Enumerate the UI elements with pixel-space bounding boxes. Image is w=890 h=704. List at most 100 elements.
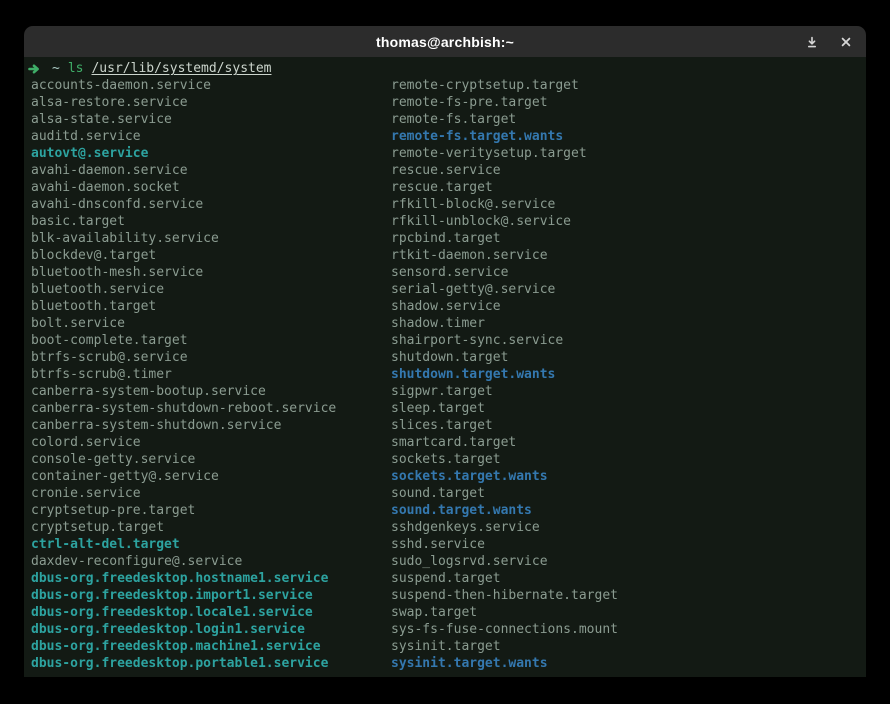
file-entry-dir: remote-fs.target.wants — [391, 128, 563, 145]
listing-row: console-getty.servicesockets.target — [24, 451, 866, 468]
download-button[interactable] — [799, 29, 824, 54]
file-entry-dir: sound.target.wants — [391, 502, 532, 519]
file-entry-symlink: dbus-org.freedesktop.machine1.service — [31, 638, 391, 655]
file-entry-symlink: ctrl-alt-del.target — [31, 536, 391, 553]
file-entry-file: sensord.service — [391, 264, 508, 281]
file-entry-symlink: dbus-org.freedesktop.hostname1.service — [31, 570, 391, 587]
file-entry-file: auditd.service — [31, 128, 391, 145]
file-entry-file: canberra-system-bootup.service — [31, 383, 391, 400]
titlebar-buttons — [799, 26, 858, 57]
file-entry-file: sleep.target — [391, 400, 485, 417]
file-entry-file: sudo_logsrvd.service — [391, 553, 548, 570]
listing-row: bluetooth-mesh.servicesensord.service — [24, 264, 866, 281]
file-entry-symlink: autovt@.service — [31, 145, 391, 162]
file-entry-file: rpcbind.target — [391, 230, 501, 247]
listing-row: canberra-system-shutdown-reboot.services… — [24, 400, 866, 417]
file-entry-file: smartcard.target — [391, 434, 516, 451]
file-entry-file: remote-fs.target — [391, 111, 516, 128]
file-entry-file: sshd.service — [391, 536, 485, 553]
listing-row: dbus-org.freedesktop.import1.servicesusp… — [24, 587, 866, 604]
file-entry-file: sigpwr.target — [391, 383, 493, 400]
listing-row: autovt@.serviceremote-veritysetup.target — [24, 145, 866, 162]
file-entry-file: remote-fs-pre.target — [391, 94, 548, 111]
file-entry-symlink: dbus-org.freedesktop.import1.service — [31, 587, 391, 604]
prompt-argument: /usr/lib/systemd/system — [91, 60, 271, 77]
file-entry-file: rescue.service — [391, 162, 501, 179]
file-entry-file: shairport-sync.service — [391, 332, 563, 349]
file-entry-file: colord.service — [31, 434, 391, 451]
listing-row: bluetooth.targetshadow.service — [24, 298, 866, 315]
file-entry-file: console-getty.service — [31, 451, 391, 468]
file-entry-symlink: dbus-org.freedesktop.locale1.service — [31, 604, 391, 621]
file-entry-dir: sockets.target.wants — [391, 468, 548, 485]
file-entry-file: shutdown.target — [391, 349, 508, 366]
listing-row: auditd.serviceremote-fs.target.wants — [24, 128, 866, 145]
file-entry-symlink: dbus-org.freedesktop.login1.service — [31, 621, 391, 638]
prompt-line: ~ls/usr/lib/systemd/system — [24, 60, 866, 77]
listing-row: bolt.serviceshadow.timer — [24, 315, 866, 332]
listing-row: canberra-system-bootup.servicesigpwr.tar… — [24, 383, 866, 400]
listing-row: btrfs-scrub@.serviceshutdown.target — [24, 349, 866, 366]
file-entry-file: alsa-state.service — [31, 111, 391, 128]
file-entry-symlink: dbus-org.freedesktop.portable1.service — [31, 655, 391, 672]
listing-row: alsa-restore.serviceremote-fs-pre.target — [24, 94, 866, 111]
file-entry-file: sshdgenkeys.service — [391, 519, 540, 536]
listing-row: alsa-state.serviceremote-fs.target — [24, 111, 866, 128]
file-entry-file: remote-cryptsetup.target — [391, 77, 579, 94]
file-entry-file: cryptsetup-pre.target — [31, 502, 391, 519]
file-entry-file: serial-getty@.service — [391, 281, 555, 298]
listing-row: avahi-dnsconfd.servicerfkill-block@.serv… — [24, 196, 866, 213]
listing-row: avahi-daemon.servicerescue.service — [24, 162, 866, 179]
file-entry-file: shadow.timer — [391, 315, 485, 332]
file-entry-file: suspend.target — [391, 570, 501, 587]
listing-row: avahi-daemon.socketrescue.target — [24, 179, 866, 196]
prompt-cwd: ~ — [52, 60, 60, 77]
window-title: thomas@archbish:~ — [376, 34, 514, 50]
close-button[interactable] — [833, 29, 858, 54]
listing-row: basic.targetrfkill-unblock@.service — [24, 213, 866, 230]
listing-row: dbus-org.freedesktop.machine1.servicesys… — [24, 638, 866, 655]
file-entry-file: rfkill-block@.service — [391, 196, 555, 213]
file-entry-file: daxdev-reconfigure@.service — [31, 553, 391, 570]
listing-row: colord.servicesmartcard.target — [24, 434, 866, 451]
right-arrow-icon — [28, 64, 40, 74]
file-entry-file: container-getty@.service — [31, 468, 391, 485]
listing-row: dbus-org.freedesktop.locale1.serviceswap… — [24, 604, 866, 621]
listing-row: bluetooth.serviceserial-getty@.service — [24, 281, 866, 298]
listing-row: cryptsetup.targetsshdgenkeys.service — [24, 519, 866, 536]
file-entry-file: cronie.service — [31, 485, 391, 502]
listing-row: accounts-daemon.serviceremote-cryptsetup… — [24, 77, 866, 94]
titlebar[interactable]: thomas@archbish:~ — [24, 26, 866, 57]
file-entry-file: slices.target — [391, 417, 493, 434]
file-entry-file: sys-fs-fuse-connections.mount — [391, 621, 618, 638]
file-entry-file: sound.target — [391, 485, 485, 502]
file-entry-file: basic.target — [31, 213, 391, 230]
listing-row: blk-availability.servicerpcbind.target — [24, 230, 866, 247]
listing-row: cronie.servicesound.target — [24, 485, 866, 502]
file-entry-file: rescue.target — [391, 179, 493, 196]
file-entry-file: canberra-system-shutdown-reboot.service — [31, 400, 391, 417]
listing-row: ctrl-alt-del.targetsshd.service — [24, 536, 866, 553]
listing-row: btrfs-scrub@.timershutdown.target.wants — [24, 366, 866, 383]
listing-row: dbus-org.freedesktop.hostname1.servicesu… — [24, 570, 866, 587]
listing-row: cryptsetup-pre.targetsound.target.wants — [24, 502, 866, 519]
file-entry-file: rfkill-unblock@.service — [391, 213, 571, 230]
terminal-window: thomas@archbish:~ — [24, 26, 866, 677]
file-entry-dir: sysinit.target.wants — [391, 655, 548, 672]
file-entry-file: suspend-then-hibernate.target — [391, 587, 618, 604]
file-entry-file: remote-veritysetup.target — [391, 145, 587, 162]
file-entry-file: avahi-dnsconfd.service — [31, 196, 391, 213]
file-entry-file: cryptsetup.target — [31, 519, 391, 536]
file-entry-file: blk-availability.service — [31, 230, 391, 247]
file-listing: accounts-daemon.serviceremote-cryptsetup… — [24, 77, 866, 672]
listing-row: dbus-org.freedesktop.login1.servicesys-f… — [24, 621, 866, 638]
file-entry-file: accounts-daemon.service — [31, 77, 391, 94]
file-entry-file: canberra-system-shutdown.service — [31, 417, 391, 434]
file-entry-file: bluetooth-mesh.service — [31, 264, 391, 281]
terminal-viewport[interactable]: ~ls/usr/lib/systemd/system accounts-daem… — [24, 57, 866, 677]
close-icon — [839, 35, 853, 49]
file-entry-file: avahi-daemon.service — [31, 162, 391, 179]
file-entry-file: shadow.service — [391, 298, 501, 315]
file-entry-file: btrfs-scrub@.timer — [31, 366, 391, 383]
file-entry-file: swap.target — [391, 604, 477, 621]
